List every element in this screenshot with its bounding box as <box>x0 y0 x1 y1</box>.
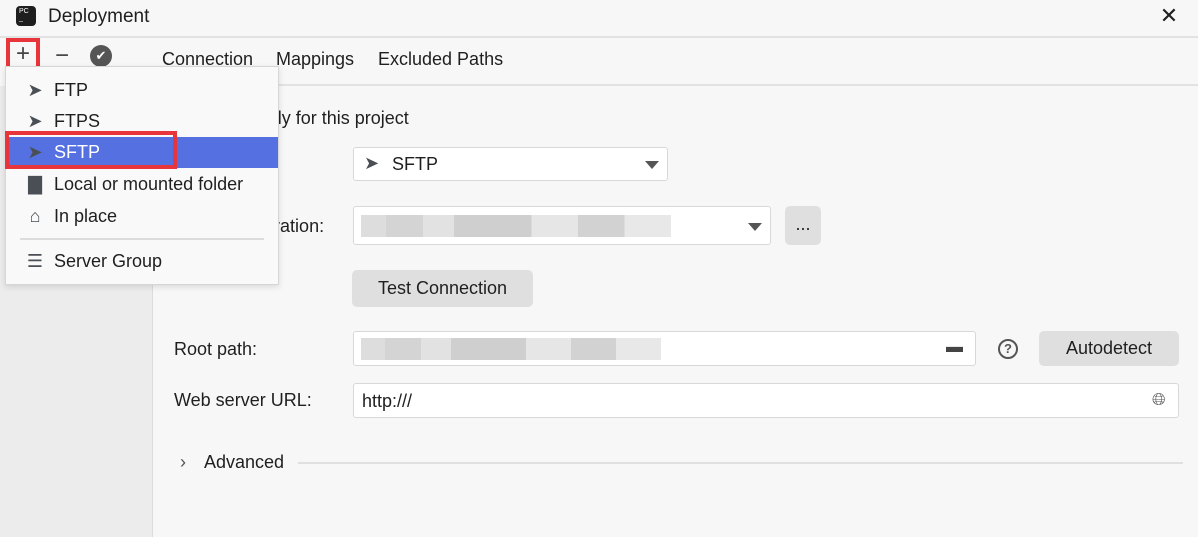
home-icon: ⌂ <box>29 206 41 226</box>
chevron-right-icon[interactable]: › <box>180 452 186 473</box>
test-connection-button[interactable]: Test Connection <box>352 270 533 307</box>
help-icon[interactable]: ? <box>998 339 1018 359</box>
redacted-value <box>361 215 671 237</box>
menu-item-label: FTP <box>54 80 88 100</box>
tab-mappings[interactable]: Mappings <box>276 49 354 70</box>
highlight-box <box>5 131 177 169</box>
type-dropdown[interactable]: ➤ SFTP <box>353 147 668 181</box>
send-lock-icon: ➤ <box>364 153 380 173</box>
menu-item-label: Local or mounted folder <box>54 174 244 194</box>
menu-item-label: FTPS <box>54 111 101 131</box>
web-url-input[interactable]: http:/// 🌐︎ <box>353 383 1179 418</box>
advanced-toggle[interactable]: Advanced <box>204 452 284 473</box>
redacted-value <box>361 338 661 360</box>
menu-item-label: In place <box>54 206 118 226</box>
title-bar <box>0 0 1198 38</box>
root-path-label: Root path: <box>174 339 258 359</box>
web-url-label: Web server URL: <box>174 390 312 410</box>
type-value: SFTP <box>392 154 439 174</box>
close-button[interactable]: ✕ <box>1157 3 1181 29</box>
chevron-down-icon <box>645 161 659 169</box>
advanced-divider <box>298 462 1183 464</box>
folder-icon[interactable]: ▬ <box>946 337 963 357</box>
menu-item-ftp[interactable]: ➤ FTP <box>6 75 278 106</box>
server-group-icon: ☰ <box>26 251 44 271</box>
menu-item-in-place[interactable]: ⌂ In place <box>6 201 278 232</box>
add-server-menu: ➤ FTP ➤ FTPS ➤ SFTP ▇ Local or mounted folde… <box>5 66 279 285</box>
computer-icon: ▇ <box>28 174 42 194</box>
web-url-value: http:/// <box>362 391 413 411</box>
window-title: Deployment <box>48 6 150 27</box>
send-icon: ➤ <box>27 80 43 100</box>
pycharm-logo-icon: PC _ <box>16 6 36 26</box>
check-badge-icon: ✔ <box>90 45 112 67</box>
tab-excluded-paths[interactable]: Excluded Paths <box>378 49 503 70</box>
autodetect-button[interactable]: Autodetect <box>1039 331 1179 366</box>
menu-item-label: Server Group <box>54 251 163 271</box>
test-connection-label: Test Connection <box>377 278 508 298</box>
menu-item-server-group[interactable]: ☰ Server Group <box>6 246 278 277</box>
globe-icon[interactable]: 🌐︎ <box>1152 390 1166 410</box>
menu-item-local-folder[interactable]: ▇ Local or mounted folder <box>6 169 278 200</box>
ssh-config-dropdown[interactable] <box>353 206 771 245</box>
root-path-input[interactable]: ▬ <box>353 331 976 366</box>
browse-ssh-button[interactable]: ... <box>785 206 821 245</box>
chevron-down-icon <box>748 223 762 231</box>
menu-separator <box>20 238 264 240</box>
